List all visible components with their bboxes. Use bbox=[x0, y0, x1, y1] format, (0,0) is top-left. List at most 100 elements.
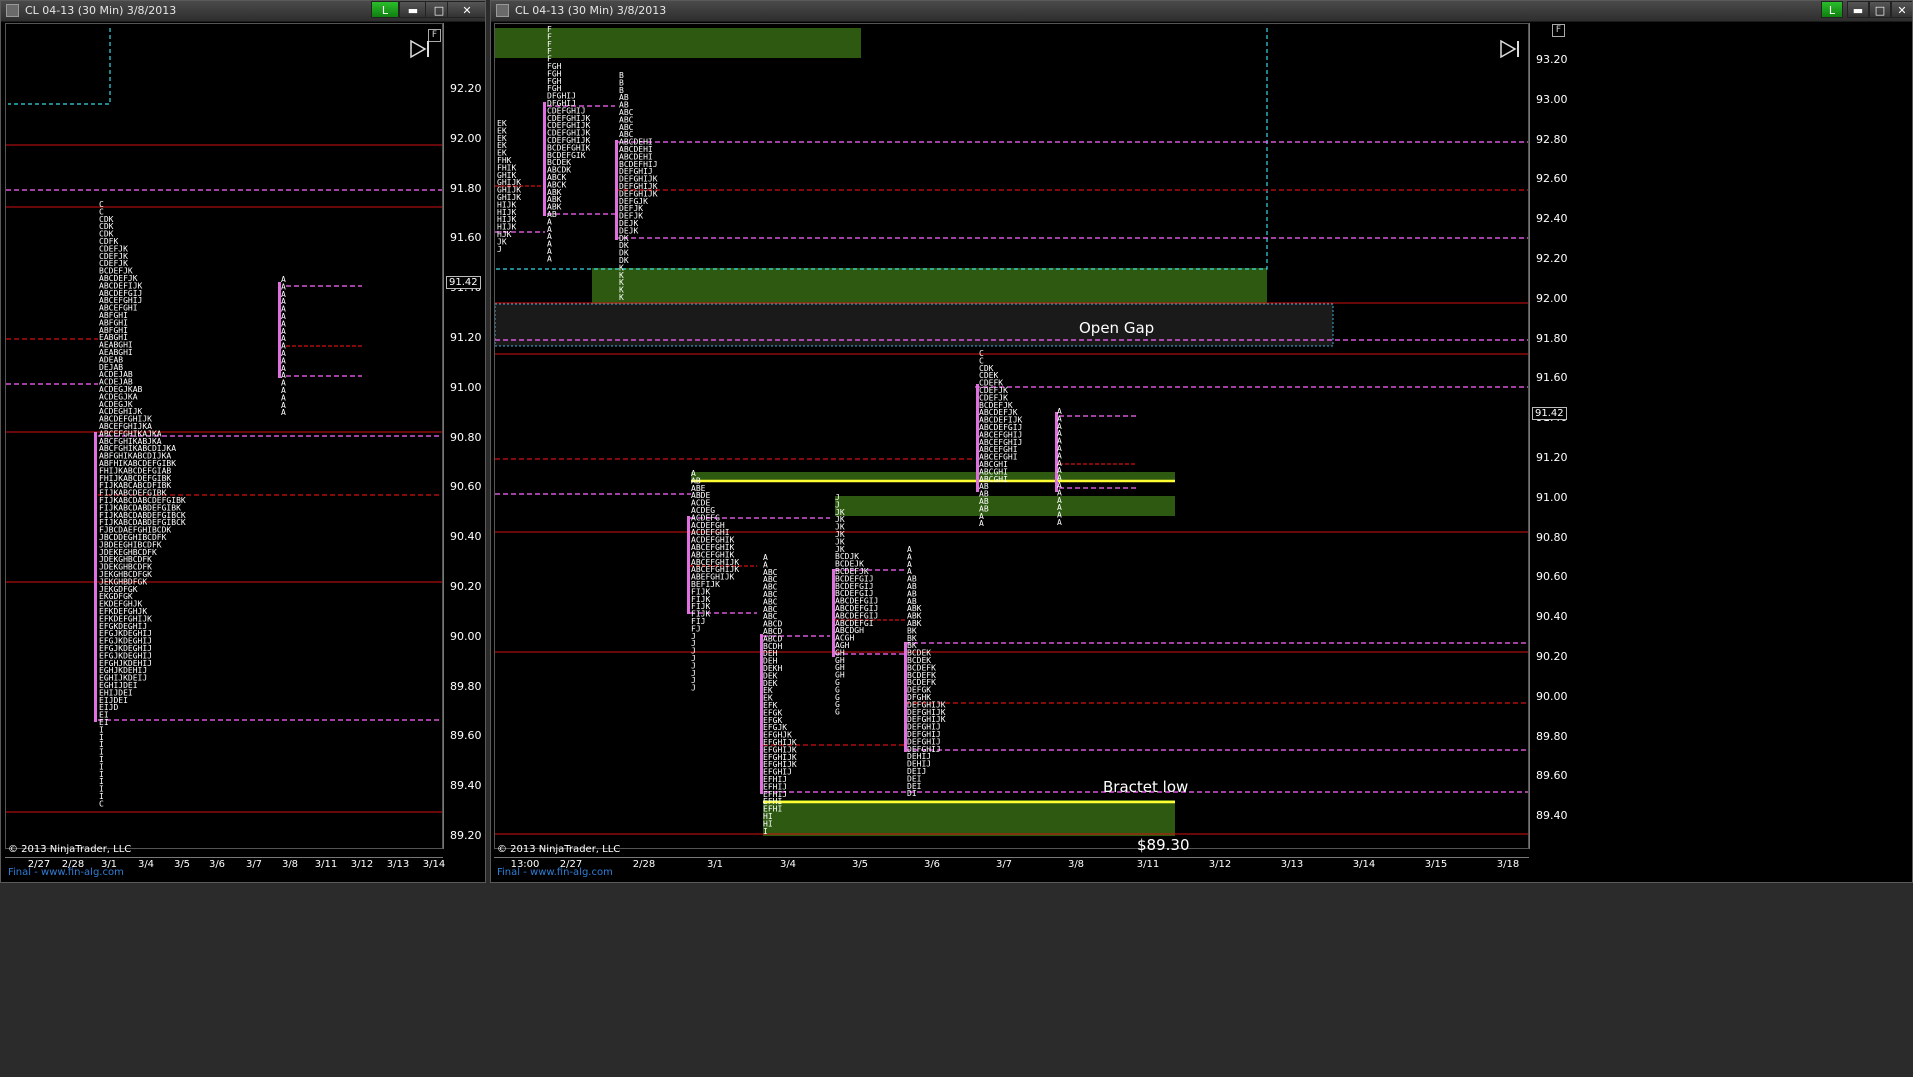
price-axis-label: 91.00 bbox=[1536, 490, 1568, 504]
price-axis-label: 90.80 bbox=[1536, 530, 1568, 544]
left-title-bar[interactable]: CL 04-13 (30 Min) 3/8/2013 L ▬ □ ✕ bbox=[1, 1, 485, 22]
left-window-title: CL 04-13 (30 Min) 3/8/2013 bbox=[25, 4, 177, 17]
tpo-value-bar bbox=[687, 516, 690, 614]
price-axis-label: 90.60 bbox=[1536, 570, 1568, 584]
price-axis-label: 90.80 bbox=[450, 430, 482, 444]
price-axis-label: 89.40 bbox=[450, 779, 482, 793]
price-axis-label: 92.00 bbox=[450, 131, 482, 145]
time-axis-label: 3/12 bbox=[350, 859, 374, 870]
minimize-icon[interactable]: ▬ bbox=[399, 1, 427, 18]
right-plot-area[interactable]: F F F F F FGH FGH FGH FGH DFGHIJ DFGHIJ CDEFGHIJ CDE… bbox=[494, 23, 1568, 854]
last-price-tag: 91.42 bbox=[446, 276, 481, 289]
left-plot-area[interactable]: C C CDK CDK CDK CDFK CDEFJK CDEFJK CDEFJK BCDEFJK… bbox=[5, 23, 443, 849]
price-axis-label: 92.00 bbox=[1536, 291, 1568, 305]
right-tpo-chart: FFFFFFGHFGHFGHFGHDFGHIJDFGHIJCDEFGHIJCDE… bbox=[495, 25, 1528, 836]
time-axis-label: 3/8 bbox=[281, 859, 299, 870]
right-title-bar[interactable]: CL 04-13 (30 Min) 3/8/2013 L ▬ □ ✕ bbox=[491, 1, 1912, 22]
price-axis-label: 93.20 bbox=[1536, 53, 1568, 66]
time-axis-label: 3/7 bbox=[245, 859, 263, 870]
tpo-letter-row: C bbox=[99, 799, 104, 808]
time-axis-label: 3/4 bbox=[137, 859, 155, 870]
time-axis-label: 3/5 bbox=[851, 859, 869, 870]
time-axis-label: 2/28 bbox=[632, 859, 656, 870]
bracket-low-price: $89.30 bbox=[1137, 836, 1190, 854]
minimize-icon[interactable]: ▬ bbox=[1847, 1, 1869, 18]
left-tpo-chart: CCCDKCDKCDKCDFKCDEFJKCDEFJKCDEFJKBCDEFJK… bbox=[6, 28, 442, 813]
tpo-letter-row: G bbox=[835, 708, 840, 717]
go-to-end-icon[interactable] bbox=[1498, 38, 1522, 60]
tpo-value-bar bbox=[543, 102, 546, 216]
green-zone bbox=[835, 496, 1175, 516]
right-chart-window: CL 04-13 (30 Min) 3/8/2013 L ▬ □ ✕ F F F… bbox=[490, 0, 1913, 883]
time-axis-label: 3/15 bbox=[1424, 859, 1448, 870]
price-axis-label: 91.80 bbox=[450, 181, 482, 195]
tpo-letter-row: J bbox=[691, 684, 696, 693]
price-axis-label: 89.80 bbox=[1536, 729, 1568, 743]
left-price-axis[interactable]: 92.2092.0091.8091.6091.4091.2091.0090.80… bbox=[443, 23, 485, 849]
tpo-letter-row: A bbox=[979, 519, 984, 528]
last-price-tag: 91.42 bbox=[1532, 407, 1567, 420]
right-window-title: CL 04-13 (30 Min) 3/8/2013 bbox=[515, 4, 667, 17]
price-axis-label: 92.60 bbox=[1536, 172, 1568, 186]
tpo-letter-row: DI bbox=[907, 789, 917, 798]
link-button[interactable]: L bbox=[371, 1, 399, 18]
price-axis-label: 91.20 bbox=[450, 331, 482, 344]
tpo-letter-row: J bbox=[497, 245, 502, 254]
price-axis-label: 91.20 bbox=[1536, 451, 1568, 464]
time-axis-label: 3/6 bbox=[208, 859, 226, 870]
time-axis-label: 3/1 bbox=[706, 859, 724, 870]
copyright-text: © 2013 NinjaTrader, LLC bbox=[8, 844, 132, 855]
tpo-value-bar bbox=[615, 140, 618, 240]
panel-f-button[interactable]: F bbox=[1552, 24, 1565, 37]
price-axis-label: 90.20 bbox=[450, 580, 482, 593]
price-axis-label: 90.40 bbox=[450, 530, 482, 544]
green-zone bbox=[691, 472, 1175, 480]
time-axis-label: 3/4 bbox=[779, 859, 797, 870]
time-axis-label: 3/11 bbox=[314, 859, 338, 870]
price-axis-label: 92.20 bbox=[1536, 252, 1568, 265]
price-axis-label: 89.20 bbox=[450, 829, 482, 842]
price-axis-label: 90.00 bbox=[450, 629, 482, 643]
tpo-letter-row: K bbox=[619, 293, 624, 302]
time-axis-label: 3/14 bbox=[1352, 859, 1376, 870]
time-axis-label: 3/6 bbox=[923, 859, 941, 870]
copyright-text: © 2013 NinjaTrader, LLC bbox=[497, 844, 621, 855]
green-zone bbox=[592, 268, 1267, 306]
time-axis-label: 3/18 bbox=[1496, 859, 1520, 870]
price-axis-label: 91.00 bbox=[450, 380, 482, 394]
price-axis-label: 90.20 bbox=[1536, 650, 1568, 663]
time-axis-label: 3/7 bbox=[995, 859, 1013, 870]
price-axis-label: 91.60 bbox=[450, 231, 482, 245]
link-button[interactable]: L bbox=[1821, 1, 1843, 18]
cyan-bracket-line bbox=[8, 28, 111, 105]
price-axis-label: 90.40 bbox=[1536, 610, 1568, 624]
price-axis-label: 89.60 bbox=[1536, 769, 1568, 783]
close-icon[interactable]: ✕ bbox=[447, 1, 485, 18]
price-axis-label: 92.20 bbox=[450, 82, 482, 95]
price-axis-label: 91.60 bbox=[1536, 371, 1568, 385]
price-axis-label: 92.80 bbox=[1536, 132, 1568, 146]
tpo-letter-row: A bbox=[1057, 518, 1062, 527]
time-axis-label: 3/5 bbox=[173, 859, 191, 870]
right-price-axis[interactable]: 93.20 93.00 92.80 92.60 92.40 92.20 92.00 91.80… bbox=[1529, 23, 1912, 849]
right-time-axis[interactable]: 13:00 2/27 2/28 3/1 3/4 3/5 3/6 3/7 3/8 3/11 3/12 3… bbox=[494, 857, 1529, 872]
price-axis-label: 90.60 bbox=[450, 480, 482, 494]
close-icon[interactable]: ✕ bbox=[1891, 1, 1912, 18]
time-axis-label: 3/11 bbox=[1136, 859, 1160, 870]
maximize-icon[interactable]: □ bbox=[1869, 1, 1891, 18]
time-axis-label: 3/12 bbox=[1208, 859, 1232, 870]
site-link[interactable]: Final - www.fin-alg.com bbox=[8, 867, 124, 878]
bracket-low-label: Bractet low bbox=[1103, 778, 1189, 796]
left-chart-window: CL 04-13 (30 Min) 3/8/2013 L ▬ □ ✕ C C C… bbox=[0, 0, 486, 883]
price-axis-label: 92.40 bbox=[1536, 212, 1568, 226]
tpo-letter-row: A bbox=[281, 408, 286, 417]
site-link[interactable]: Final - www.fin-alg.com bbox=[497, 867, 613, 878]
price-axis-label: 89.60 bbox=[450, 729, 482, 743]
time-axis-label: 3/14 bbox=[422, 859, 446, 870]
price-axis-label: 89.80 bbox=[450, 679, 482, 693]
time-axis-label: 3/13 bbox=[386, 859, 410, 870]
tpo-value-bar bbox=[94, 432, 97, 722]
price-axis-label: 93.00 bbox=[1536, 92, 1568, 106]
go-to-end-icon[interactable] bbox=[408, 38, 432, 60]
chart-window-icon bbox=[496, 4, 509, 17]
